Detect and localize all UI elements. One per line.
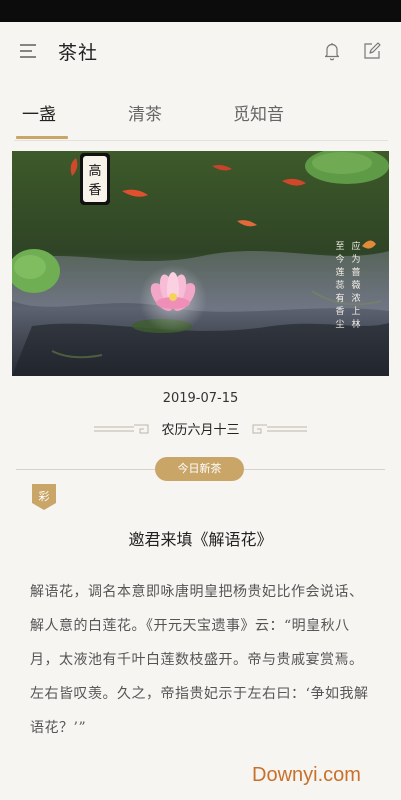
calligraphy-char: 尘	[335, 319, 344, 330]
calligraphy-char: 上	[351, 306, 360, 317]
badge-row: 今日新茶	[0, 456, 401, 482]
hero-image[interactable]: 高 香 应为蔷薇浓上林 至今莲蕊有香尘	[12, 151, 389, 376]
watermark-text: Downyi.com	[252, 764, 361, 786]
calligraphy-char: 有	[335, 292, 344, 304]
calligraphy-left: 至今莲蕊有香尘	[335, 241, 344, 330]
tab-mizhiyin[interactable]: 觅知音	[233, 100, 284, 125]
seal-char-2: 香	[88, 183, 101, 198]
calligraphy-char: 香	[335, 306, 344, 317]
divider-right	[244, 469, 385, 470]
tab-yizhan[interactable]: 一盏	[22, 100, 56, 125]
active-tab-indicator	[16, 136, 68, 139]
today-tea-badge[interactable]: 今日新茶	[155, 457, 244, 481]
page-title: 茶社	[58, 42, 99, 64]
category-tag: 彩	[32, 484, 56, 510]
tab-qingcha[interactable]: 清茶	[128, 100, 162, 125]
calligraphy-char: 林	[351, 318, 360, 330]
calligraphy-char: 蔷	[351, 266, 360, 278]
tabs-divider	[14, 140, 388, 141]
bell-icon[interactable]	[322, 41, 342, 61]
article-title[interactable]: 邀君来填《解语花》	[0, 526, 401, 550]
calligraphy-char: 应	[351, 240, 360, 252]
lunar-date: 农历六月十三	[161, 423, 240, 438]
calligraphy-char: 浓	[351, 293, 360, 304]
menu-icon[interactable]	[18, 41, 38, 61]
app-header: 茶社	[0, 22, 401, 82]
ornament-right-icon	[252, 424, 307, 434]
lunar-date-row: 农历六月十三	[0, 417, 401, 441]
edit-icon[interactable]	[362, 41, 382, 61]
tab-bar: 一盏 清茶 觅知音	[0, 92, 401, 142]
category-label: 彩	[38, 490, 50, 503]
calligraphy-char: 薇	[351, 279, 360, 291]
divider-left	[16, 469, 155, 470]
gregorian-date: 2019-07-15	[162, 391, 239, 406]
calligraphy-char: 蕊	[335, 279, 344, 291]
calligraphy-char: 至	[335, 241, 344, 252]
article-body: 解语花，调名本意即咏唐明皇把杨贵妃比作会说话、解人意的白莲花。《开元天宝遗事》云…	[30, 584, 369, 736]
seal-char-1: 高	[88, 163, 101, 179]
status-bar	[0, 0, 401, 22]
calligraphy-char: 今	[335, 253, 344, 265]
calligraphy-char: 为	[351, 253, 360, 265]
calligraphy-char: 莲	[335, 266, 344, 278]
